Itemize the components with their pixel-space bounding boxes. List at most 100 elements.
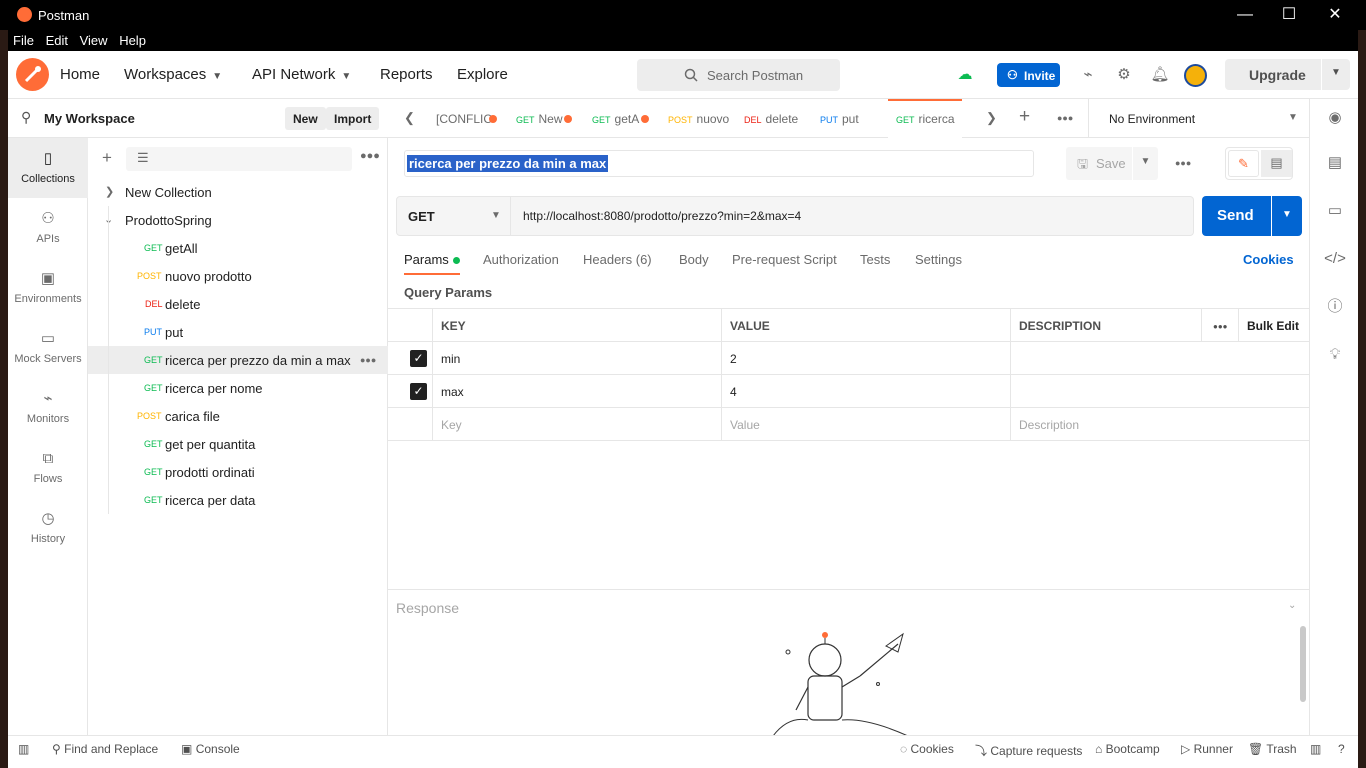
tab-request[interactable]: POST nuovo bbox=[660, 99, 734, 138]
bootcamp-button[interactable]: ⌂ Bootcamp bbox=[1095, 742, 1160, 756]
request-title-input[interactable]: ricerca per prezzo da min a max bbox=[404, 150, 1034, 177]
sidebar-item-history[interactable]: ◷ History bbox=[8, 498, 88, 558]
tab-request-active[interactable]: GET ricerca bbox=[888, 99, 962, 138]
sidebar-item-environments[interactable]: ▣ Environments bbox=[8, 258, 88, 318]
request-item[interactable]: POST carica file bbox=[88, 402, 388, 430]
sync-cloud-icon[interactable]: ☁ bbox=[954, 64, 976, 86]
tab-request[interactable]: GET New bbox=[508, 99, 582, 138]
nav-explore[interactable]: Explore bbox=[457, 66, 508, 83]
menu-edit[interactable]: Edit bbox=[41, 30, 68, 48]
satellite-icon[interactable]: ⌁ bbox=[1077, 64, 1099, 86]
save-dropdown-chevron-icon[interactable]: ▼ bbox=[1133, 147, 1158, 180]
request-item[interactable]: GET get per quantita bbox=[88, 430, 388, 458]
comment-icon[interactable]: ▤ bbox=[1261, 150, 1292, 177]
eye-icon[interactable]: ◉ bbox=[1324, 107, 1346, 129]
minimize-button[interactable]: — bbox=[1234, 4, 1256, 26]
key-input[interactable]: Key bbox=[432, 408, 722, 441]
param-value[interactable]: 2 bbox=[721, 342, 1011, 375]
find-replace-button[interactable]: ⚲ Find and Replace bbox=[52, 742, 158, 756]
tab-request[interactable]: [CONFLIC bbox=[428, 99, 506, 138]
settings-gear-icon[interactable]: ⚙ bbox=[1113, 64, 1135, 86]
invite-button[interactable]: ⚇ Invite bbox=[997, 63, 1060, 87]
notifications-bell-icon[interactable]: 🔔︎ bbox=[1149, 64, 1171, 86]
request-item[interactable]: GET getAll bbox=[88, 234, 388, 262]
code-icon[interactable]: </> bbox=[1324, 248, 1346, 270]
capture-requests-button[interactable]: ⤵ Capture requests bbox=[975, 742, 1082, 759]
sidebar-item-monitors[interactable]: ⌁ Monitors bbox=[8, 378, 88, 438]
tab-authorization[interactable]: Authorization bbox=[483, 252, 559, 267]
tab-params[interactable]: Params bbox=[404, 252, 460, 275]
chevron-right-icon[interactable]: ❯ bbox=[986, 110, 997, 126]
param-description[interactable] bbox=[1010, 375, 1309, 408]
url-input[interactable]: http://localhost:8080/prodotto/prezzo?mi… bbox=[511, 196, 1194, 236]
search-input[interactable]: Search Postman bbox=[637, 59, 840, 91]
info-icon[interactable]: ⓘ bbox=[1324, 296, 1346, 318]
param-key[interactable]: min bbox=[432, 342, 722, 375]
tab-tests[interactable]: Tests bbox=[860, 252, 890, 267]
checkbox-checked[interactable]: ✓ bbox=[410, 383, 427, 400]
send-dropdown-chevron-icon[interactable]: ▼ bbox=[1272, 196, 1302, 236]
checkbox-checked[interactable]: ✓ bbox=[410, 350, 427, 367]
param-value[interactable]: 4 bbox=[721, 375, 1011, 408]
sidebar-item-collections[interactable]: ▯ Collections bbox=[8, 138, 88, 198]
tab-request[interactable]: DEL delete bbox=[736, 99, 810, 138]
tab-body[interactable]: Body bbox=[679, 252, 709, 267]
send-button[interactable]: Send bbox=[1202, 196, 1271, 236]
toggle-sidebar-icon[interactable]: ▥ bbox=[18, 742, 29, 756]
more-options-icon[interactable]: ●●● bbox=[360, 355, 376, 365]
add-icon[interactable]: + bbox=[102, 148, 112, 168]
save-button[interactable]: 🖫 Save bbox=[1066, 147, 1132, 180]
description-input[interactable]: Description bbox=[1010, 408, 1309, 441]
request-item[interactable]: DEL delete bbox=[88, 290, 388, 318]
tab-request[interactable]: PUT put bbox=[812, 99, 886, 138]
sidebar-item-mock-servers[interactable]: ▭ Mock Servers bbox=[8, 318, 88, 378]
nav-api-network[interactable]: API Network ▼ bbox=[252, 66, 351, 83]
request-item[interactable]: GET prodotti ordinati bbox=[88, 458, 388, 486]
import-button[interactable]: Import bbox=[326, 107, 380, 130]
tab-request[interactable]: GET getA bbox=[584, 99, 658, 138]
chevron-left-icon[interactable]: ❮ bbox=[404, 110, 415, 126]
menu-file[interactable]: File bbox=[8, 30, 34, 48]
chevron-down-icon[interactable]: ⌄ bbox=[1288, 600, 1296, 611]
nav-workspaces[interactable]: Workspaces ▼ bbox=[124, 66, 222, 83]
response-scrollbar[interactable] bbox=[1300, 626, 1306, 702]
help-icon[interactable]: ? bbox=[1338, 742, 1345, 756]
more-options-icon[interactable]: ●●● bbox=[360, 150, 380, 162]
request-item[interactable]: GET ricerca per data bbox=[88, 486, 388, 514]
trash-button[interactable]: 🗑︎ Trash bbox=[1248, 742, 1297, 756]
two-pane-icon[interactable]: ▥ bbox=[1310, 742, 1321, 756]
method-select[interactable]: GET ▼ bbox=[396, 196, 511, 236]
tree-item-new-collection[interactable]: ❯ New Collection bbox=[88, 178, 388, 206]
value-input[interactable]: Value bbox=[721, 408, 1011, 441]
nav-home[interactable]: Home bbox=[60, 66, 100, 83]
upgrade-dropdown-chevron-icon[interactable]: ▼ bbox=[1322, 59, 1350, 90]
comments-icon[interactable]: ▭ bbox=[1324, 200, 1346, 222]
request-item[interactable]: POST nuovo prodotto bbox=[88, 262, 388, 290]
request-item[interactable]: GET ricerca per prezzo da min a max ●●● bbox=[88, 346, 388, 374]
sidebar-item-flows[interactable]: ⧉ Flows bbox=[8, 438, 88, 498]
upgrade-button[interactable]: Upgrade bbox=[1225, 59, 1321, 90]
postman-home-logo-icon[interactable] bbox=[16, 58, 49, 91]
more-options-icon[interactable]: ●●● bbox=[1201, 309, 1238, 342]
console-button[interactable]: ▣ Console bbox=[181, 742, 240, 756]
more-tabs-icon[interactable]: ●●● bbox=[1057, 113, 1073, 123]
request-item[interactable]: GET ricerca per nome bbox=[88, 374, 388, 402]
param-key[interactable]: max bbox=[432, 375, 722, 408]
more-options-icon[interactable]: ●●● bbox=[1175, 158, 1191, 168]
menu-help[interactable]: Help bbox=[114, 30, 146, 48]
tab-settings[interactable]: Settings bbox=[915, 252, 962, 267]
new-tab-plus-icon[interactable]: + bbox=[1019, 106, 1030, 128]
workspace-name[interactable]: My Workspace bbox=[44, 111, 135, 126]
documentation-icon[interactable]: ▤ bbox=[1324, 152, 1346, 174]
tab-pre-request-script[interactable]: Pre-request Script bbox=[732, 252, 837, 267]
sidebar-item-apis[interactable]: ⚇ APIs bbox=[8, 198, 88, 258]
maximize-button[interactable]: ☐ bbox=[1278, 4, 1300, 26]
nav-reports[interactable]: Reports bbox=[380, 66, 433, 83]
bulk-edit-button[interactable]: Bulk Edit bbox=[1238, 309, 1309, 342]
menu-view[interactable]: View bbox=[75, 30, 108, 48]
param-description[interactable] bbox=[1010, 342, 1309, 375]
new-button[interactable]: New bbox=[285, 107, 326, 130]
request-item[interactable]: PUT put bbox=[88, 318, 388, 346]
runner-button[interactable]: ▷ Runner bbox=[1181, 742, 1233, 756]
lightbulb-icon[interactable]: 💡︎ bbox=[1324, 344, 1346, 366]
